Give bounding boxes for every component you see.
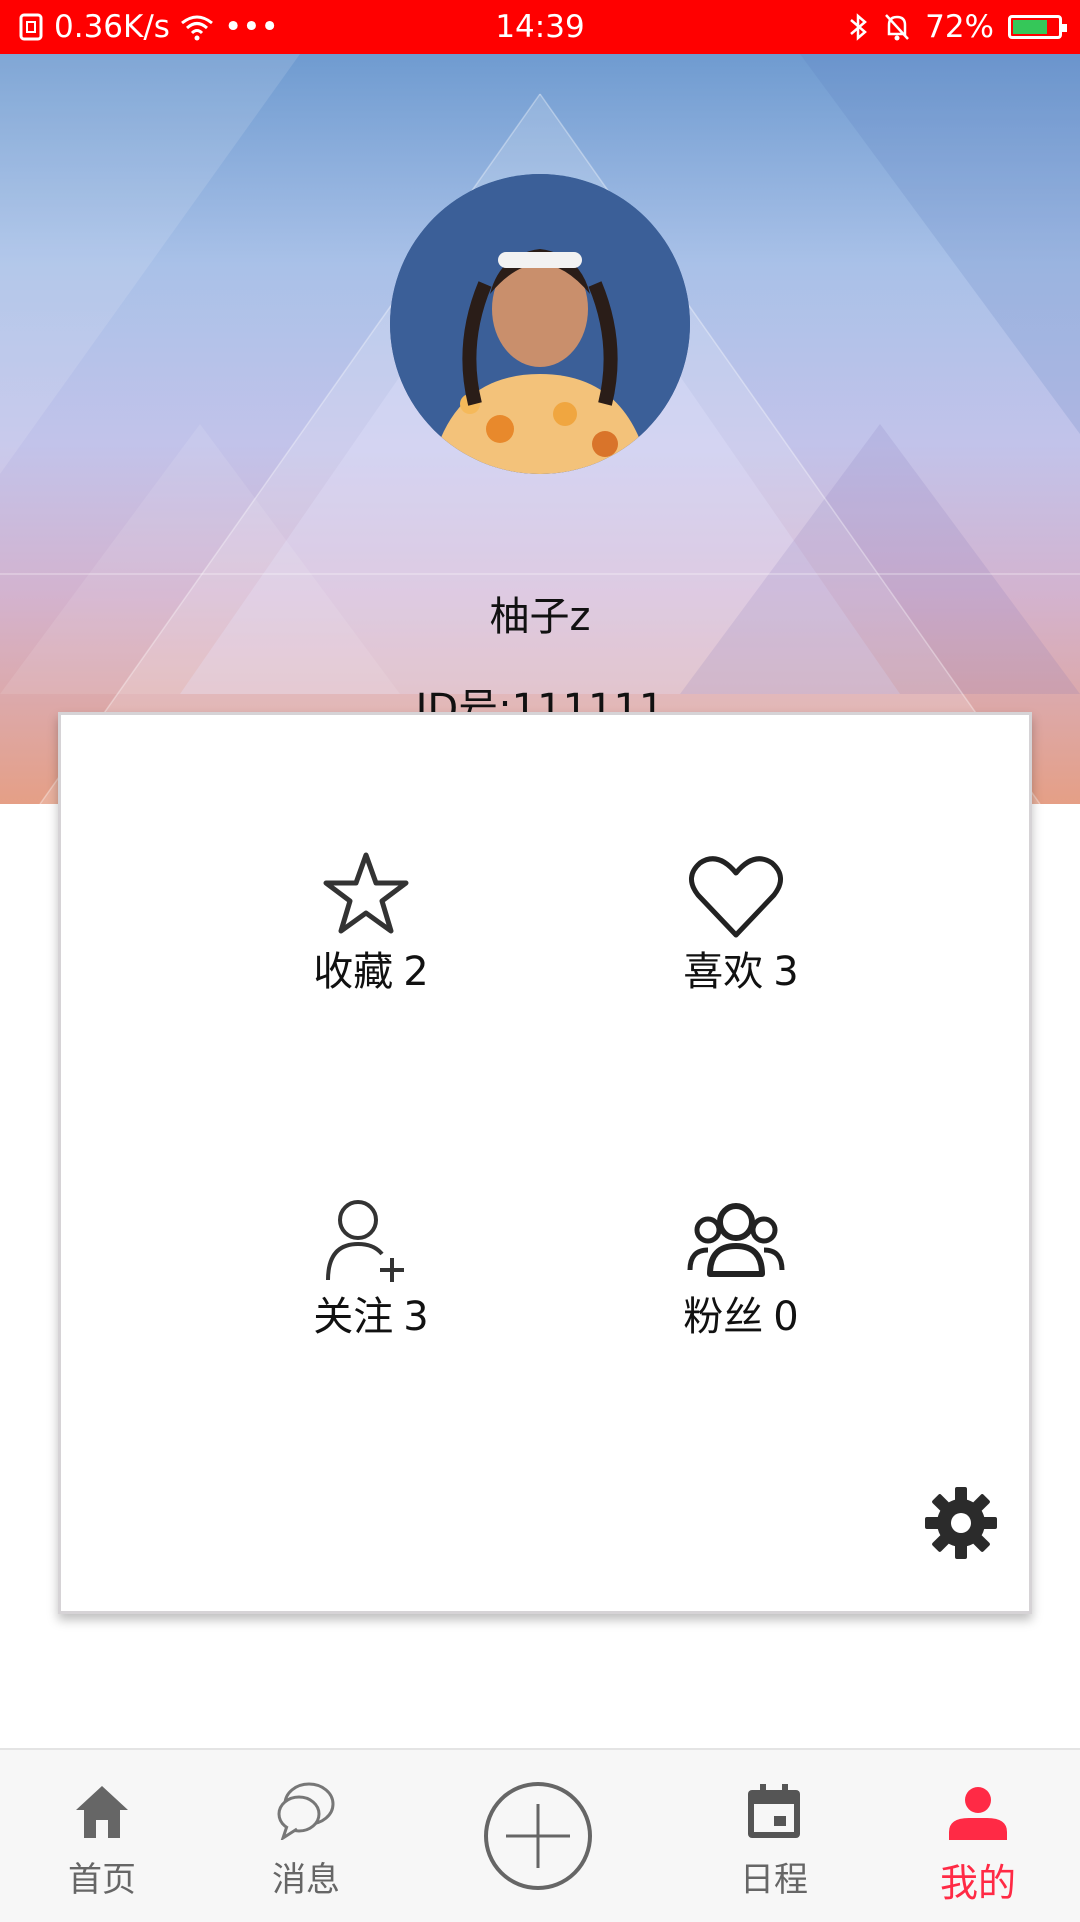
stats-card: 收藏 2 喜欢 3 关注 3 粉丝 0 xyxy=(58,712,1032,1614)
nav-messages-label: 消息 xyxy=(272,1860,340,1900)
stat-likes-label: 喜欢 xyxy=(683,949,764,995)
settings-gear-icon[interactable] xyxy=(923,1485,999,1561)
battery-icon xyxy=(1008,15,1067,39)
nav-mine-label: 我的 xyxy=(939,1861,1016,1905)
mute-bell-icon xyxy=(885,14,910,41)
avatar[interactable] xyxy=(390,174,690,474)
stat-favorites-label: 收藏 xyxy=(313,949,394,995)
bluetooth-icon xyxy=(850,13,868,41)
plus-icon xyxy=(506,1804,570,1868)
stat-favorites[interactable]: 收藏 2 xyxy=(216,845,516,997)
star-icon xyxy=(323,852,409,934)
add-button[interactable] xyxy=(484,1782,592,1890)
nav-messages[interactable]: 消息 xyxy=(226,1750,386,1922)
avatar-photo xyxy=(390,174,690,474)
chat-bubble-icon xyxy=(277,1782,335,1840)
stat-following-label: 关注 xyxy=(313,1294,394,1340)
battery-percent: 72% xyxy=(925,9,994,45)
bottom-nav: 首页 消息 日程 我的 xyxy=(0,1748,1080,1922)
stat-fans-label: 粉丝 xyxy=(683,1294,764,1340)
stat-likes-count: 3 xyxy=(773,949,799,995)
nav-mine[interactable]: 我的 xyxy=(898,1750,1058,1922)
status-bar: 0.36K/s ••• 14:39 72% xyxy=(0,0,1080,54)
stat-fans-count: 0 xyxy=(773,1294,799,1340)
nav-schedule[interactable]: 日程 xyxy=(694,1750,854,1922)
stat-favorites-count: 2 xyxy=(403,949,429,995)
status-right: 72% xyxy=(847,0,1067,54)
nav-home-label: 首页 xyxy=(68,1860,136,1900)
stat-fans[interactable]: 粉丝 0 xyxy=(586,1190,886,1342)
user-icon xyxy=(949,1787,1007,1840)
profile-banner: 柚子z ID号:111111 xyxy=(0,54,1080,804)
group-icon xyxy=(687,1203,785,1277)
calendar-icon xyxy=(748,1784,800,1838)
add-user-icon xyxy=(326,1200,404,1282)
stat-following[interactable]: 关注 3 xyxy=(216,1190,516,1342)
stat-likes[interactable]: 喜欢 3 xyxy=(586,845,886,997)
nav-schedule-label: 日程 xyxy=(740,1860,808,1900)
stat-following-count: 3 xyxy=(403,1294,429,1340)
heart-icon xyxy=(689,856,783,938)
username: 柚子z xyxy=(489,594,591,640)
home-icon xyxy=(76,1786,128,1838)
nav-home[interactable]: 首页 xyxy=(22,1750,182,1922)
